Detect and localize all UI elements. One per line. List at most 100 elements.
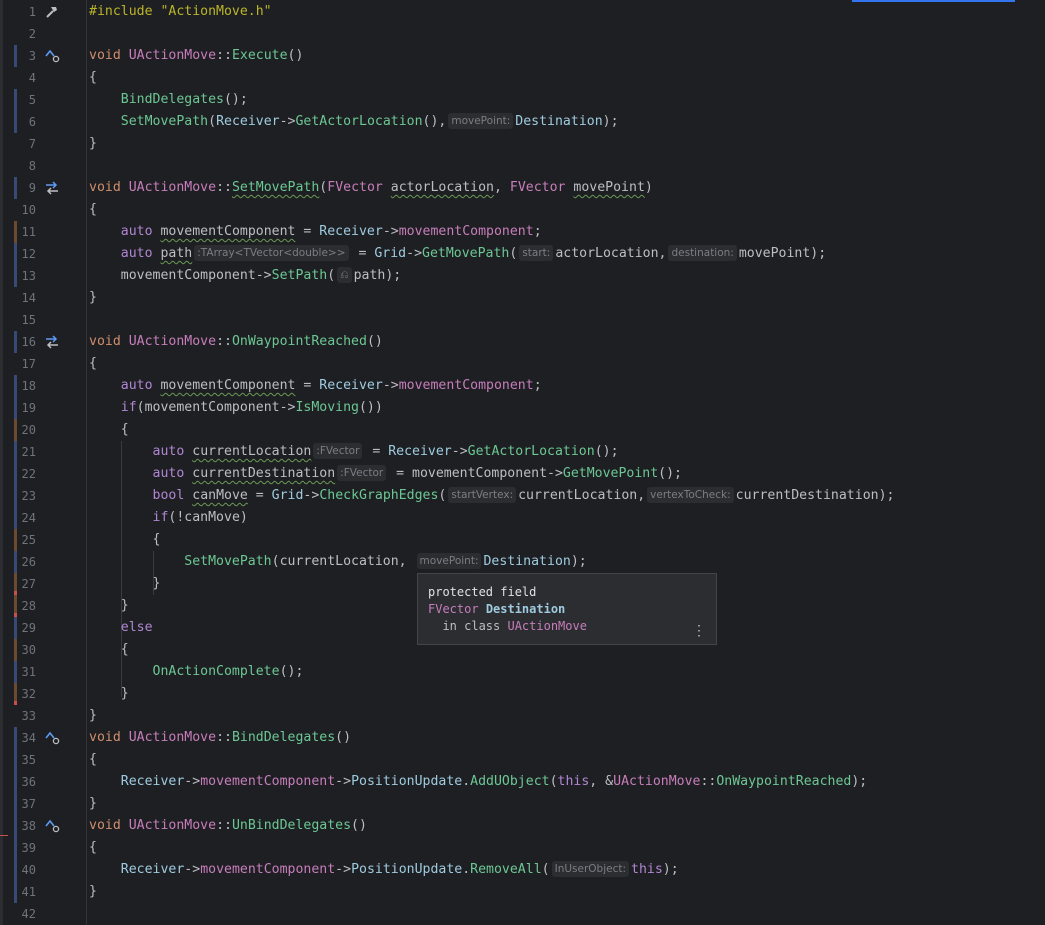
tooltip-class[interactable]: UActionMove — [507, 619, 586, 633]
code-token[interactable]: if — [153, 510, 169, 525]
line-number[interactable]: 12 — [0, 243, 36, 265]
code-token[interactable]: this — [631, 862, 663, 877]
code-token[interactable]: Receiver — [216, 114, 280, 129]
code-line[interactable]: 13 movementComponent->SetPath(⎌ path); — [0, 265, 1045, 287]
line-number[interactable]: 23 — [0, 485, 36, 507]
code-token[interactable]: Destination — [515, 114, 602, 129]
code-token[interactable]: Receiver — [121, 862, 185, 877]
code-token[interactable]: Receiver — [121, 774, 185, 789]
line-number[interactable]: 2 — [0, 23, 36, 45]
code-text[interactable]: } — [89, 287, 97, 309]
code-line[interactable]: 5 BindDelegates(); — [0, 89, 1045, 111]
code-token[interactable]: movementComponent — [160, 378, 295, 393]
line-number[interactable]: 35 — [0, 749, 36, 771]
code-token[interactable]: OnWaypointReached — [232, 334, 367, 349]
code-line[interactable]: 3 void UActionMove::Execute() — [0, 45, 1045, 67]
code-text[interactable]: void UActionMove::Execute() — [89, 45, 303, 67]
related-symbol-icon[interactable] — [44, 180, 60, 196]
code-token[interactable]: UActionMove — [129, 180, 216, 195]
code-text[interactable]: { — [89, 749, 97, 771]
code-token[interactable]: void — [89, 730, 121, 745]
code-token[interactable]: OnWaypointReached — [716, 774, 851, 789]
vcs-change-marker[interactable] — [14, 837, 17, 859]
code-token[interactable]: AddUObject — [470, 774, 549, 789]
code-line[interactable]: 22 auto currentDestination:FVector = mov… — [0, 463, 1045, 485]
line-number[interactable]: 21 — [0, 441, 36, 463]
code-token[interactable]: GetMovePoint — [563, 466, 658, 481]
code-token[interactable]: void — [89, 180, 121, 195]
code-line[interactable]: 23 bool canMove = Grid->CheckGraphEdges(… — [0, 485, 1045, 507]
code-line[interactable]: 10 { — [0, 199, 1045, 221]
line-number[interactable]: 18 — [0, 375, 36, 397]
vcs-change-marker[interactable] — [14, 881, 17, 903]
code-token[interactable]: Grid — [272, 488, 304, 503]
code-token[interactable]: RemoveAll — [470, 862, 541, 877]
code-token[interactable]: IsMoving — [295, 400, 359, 415]
code-token[interactable]: this — [558, 774, 590, 789]
code-token[interactable]: void — [89, 818, 121, 833]
vcs-change-marker[interactable] — [14, 485, 17, 507]
code-token[interactable]: UActionMove — [129, 818, 216, 833]
code-token[interactable]: currentDestination — [192, 466, 335, 481]
code-text[interactable]: void UActionMove::OnWaypointReached() — [89, 331, 383, 353]
line-number[interactable]: 10 — [0, 199, 36, 221]
line-number[interactable]: 33 — [0, 705, 36, 727]
line-number[interactable]: 24 — [0, 507, 36, 529]
code-token[interactable]: void — [89, 48, 121, 63]
code-text[interactable]: BindDelegates(); — [89, 89, 248, 111]
line-number[interactable]: 41 — [0, 881, 36, 903]
code-text[interactable]: } — [89, 881, 97, 903]
code-line[interactable]: 9 void UActionMove::SetMovePath(FVector a… — [0, 177, 1045, 199]
code-token[interactable]: movementComponent — [200, 774, 335, 789]
line-number[interactable]: 15 — [0, 309, 36, 331]
code-token[interactable]: Receiver — [388, 444, 452, 459]
vcs-change-marker[interactable] — [14, 221, 17, 243]
code-token[interactable]: void — [89, 334, 121, 349]
code-token[interactable]: auto — [121, 224, 153, 239]
code-line[interactable]: 38 void UActionMove::UnBindDelegates() — [0, 815, 1045, 837]
code-text[interactable]: } — [89, 133, 97, 155]
code-line[interactable]: 40 Receiver->movementComponent->Position… — [0, 859, 1045, 881]
vcs-change-marker[interactable] — [14, 529, 17, 551]
line-number[interactable]: 28 — [0, 595, 36, 617]
code-token[interactable]: UActionMove — [129, 730, 216, 745]
code-text[interactable]: auto movementComponent = Receiver->movem… — [89, 221, 542, 243]
line-number[interactable]: 25 — [0, 529, 36, 551]
code-token[interactable]: UnBindDelegates — [232, 818, 351, 833]
code-token[interactable]: Receiver — [319, 378, 383, 393]
code-token[interactable]: UActionMove — [129, 334, 216, 349]
code-text[interactable]: if(movementComponent->IsMoving()) — [89, 397, 383, 419]
code-token[interactable]: Destination — [483, 554, 570, 569]
related-symbol-icon[interactable] — [44, 334, 60, 350]
line-number[interactable]: 17 — [0, 353, 36, 375]
code-token[interactable]: SetMovePath — [232, 180, 319, 195]
code-line[interactable]: 2 — [0, 23, 1045, 45]
code-token[interactable]: movementComponent — [399, 378, 534, 393]
code-editor[interactable]: 1 #include "ActionMove.h" 2 3 void UActionMo… — [0, 0, 1045, 925]
line-number[interactable]: 22 — [0, 463, 36, 485]
vcs-change-marker[interactable] — [14, 749, 17, 771]
code-token[interactable]: if — [121, 400, 137, 415]
code-line[interactable]: 42 — [0, 903, 1045, 925]
code-token[interactable]: bool — [153, 488, 185, 503]
code-token[interactable]: auto — [121, 378, 153, 393]
vcs-change-marker[interactable] — [14, 265, 17, 287]
code-line[interactable]: 7} — [0, 133, 1045, 155]
code-token[interactable]: auto — [121, 246, 153, 261]
tooltip-type[interactable]: FVector — [428, 602, 479, 616]
code-token[interactable]: auto — [153, 444, 185, 459]
code-token[interactable]: movementComponent — [399, 224, 534, 239]
code-token[interactable]: Grid — [374, 246, 406, 261]
code-line[interactable]: 39 { — [0, 837, 1045, 859]
line-number[interactable]: 32 — [0, 683, 36, 705]
code-token[interactable]: PositionUpdate — [351, 862, 462, 877]
code-text[interactable]: void UActionMove::BindDelegates() — [89, 727, 351, 749]
include-directive[interactable]: #include "ActionMove.h" — [89, 4, 272, 19]
line-number[interactable]: 26 — [0, 551, 36, 573]
vcs-change-marker[interactable] — [14, 639, 17, 661]
code-token[interactable]: canMove — [192, 488, 248, 503]
code-line[interactable]: 36 Receiver->movementComponent->Position… — [0, 771, 1045, 793]
code-token[interactable]: BindDelegates — [121, 92, 224, 107]
code-line[interactable]: 24 if(!canMove) — [0, 507, 1045, 529]
vcs-change-marker[interactable] — [14, 441, 17, 463]
